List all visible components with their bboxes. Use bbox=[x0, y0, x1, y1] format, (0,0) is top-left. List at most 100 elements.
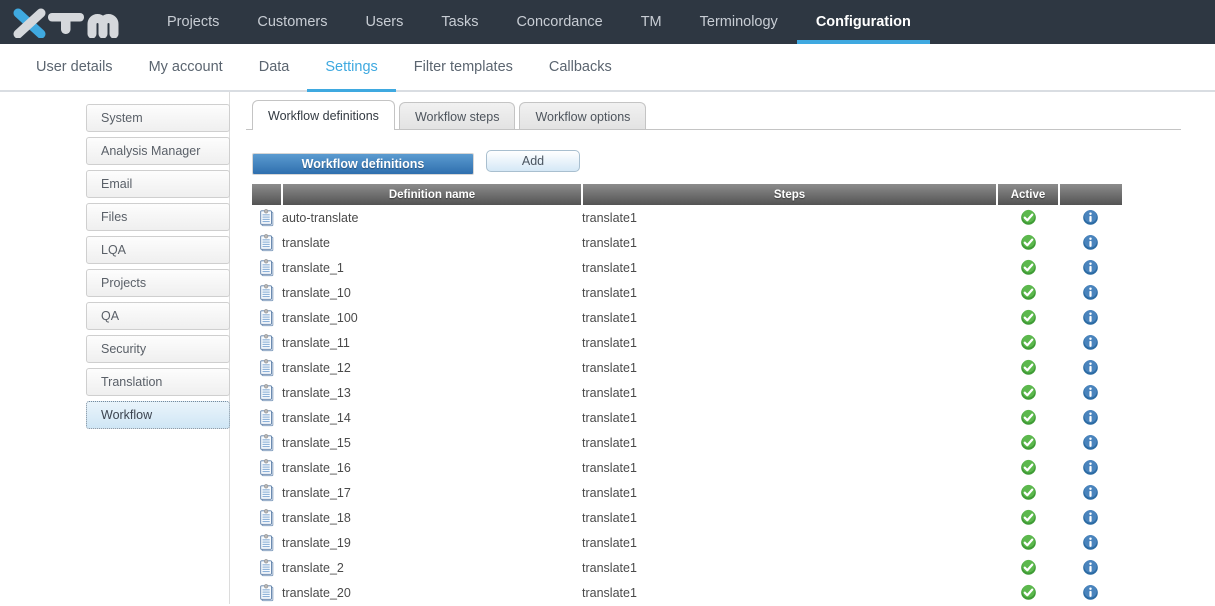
cell-info-action[interactable] bbox=[1059, 580, 1122, 605]
info-circle-icon[interactable] bbox=[1082, 384, 1099, 401]
cell-info-action[interactable] bbox=[1059, 455, 1122, 480]
info-circle-icon[interactable] bbox=[1082, 434, 1099, 451]
cell-info-action[interactable] bbox=[1059, 230, 1122, 255]
cell-definition-name[interactable]: translate_100 bbox=[282, 305, 582, 330]
row-document-icon-cell[interactable] bbox=[252, 330, 282, 355]
sidebar-item-projects[interactable]: Projects bbox=[86, 269, 230, 297]
row-document-icon-cell[interactable] bbox=[252, 280, 282, 305]
cell-info-action[interactable] bbox=[1059, 305, 1122, 330]
cell-info-action[interactable] bbox=[1059, 430, 1122, 455]
subnav-item-filter-templates[interactable]: Filter templates bbox=[396, 44, 531, 90]
sidebar-item-lqa[interactable]: LQA bbox=[86, 236, 230, 264]
topnav-item-tasks[interactable]: Tasks bbox=[422, 0, 497, 44]
row-document-icon-cell[interactable] bbox=[252, 505, 282, 530]
table-row[interactable]: auto-translate translate1 bbox=[252, 205, 1122, 230]
topnav-item-terminology[interactable]: Terminology bbox=[681, 0, 797, 44]
row-document-icon-cell[interactable] bbox=[252, 430, 282, 455]
topnav-item-configuration[interactable]: Configuration bbox=[796, 0, 930, 44]
info-circle-icon[interactable] bbox=[1082, 584, 1099, 601]
table-row[interactable]: translate_17 translate1 bbox=[252, 480, 1122, 505]
tab-workflow-steps[interactable]: Workflow steps bbox=[398, 102, 516, 130]
cell-definition-name[interactable]: translate_17 bbox=[282, 480, 582, 505]
table-row[interactable]: translate_11 translate1 bbox=[252, 330, 1122, 355]
table-row[interactable]: translate_20 translate1 bbox=[252, 580, 1122, 605]
info-circle-icon[interactable] bbox=[1082, 259, 1099, 276]
table-row[interactable]: translate translate1 bbox=[252, 230, 1122, 255]
info-circle-icon[interactable] bbox=[1082, 284, 1099, 301]
table-row[interactable]: translate_2 translate1 bbox=[252, 555, 1122, 580]
sidebar-item-system[interactable]: System bbox=[86, 104, 230, 132]
row-document-icon-cell[interactable] bbox=[252, 205, 282, 230]
xtm-logo[interactable] bbox=[0, 0, 130, 44]
sidebar-item-qa[interactable]: QA bbox=[86, 302, 230, 330]
cell-definition-name[interactable]: translate_10 bbox=[282, 280, 582, 305]
sidebar-item-workflow[interactable]: Workflow bbox=[86, 401, 230, 429]
row-document-icon-cell[interactable] bbox=[252, 355, 282, 380]
sidebar-item-files[interactable]: Files bbox=[86, 203, 230, 231]
info-circle-icon[interactable] bbox=[1082, 534, 1099, 551]
add-button[interactable]: Add bbox=[486, 150, 580, 172]
cell-definition-name[interactable]: translate_18 bbox=[282, 505, 582, 530]
row-document-icon-cell[interactable] bbox=[252, 255, 282, 280]
topnav-item-concordance[interactable]: Concordance bbox=[497, 0, 621, 44]
topnav-item-tm[interactable]: TM bbox=[622, 0, 681, 44]
cell-info-action[interactable] bbox=[1059, 205, 1122, 230]
row-document-icon-cell[interactable] bbox=[252, 455, 282, 480]
subnav-item-settings[interactable]: Settings bbox=[307, 44, 397, 92]
cell-info-action[interactable] bbox=[1059, 355, 1122, 380]
cell-definition-name[interactable]: translate_13 bbox=[282, 380, 582, 405]
tab-workflow-definitions[interactable]: Workflow definitions bbox=[252, 100, 395, 131]
cell-info-action[interactable] bbox=[1059, 505, 1122, 530]
tab-workflow-options[interactable]: Workflow options bbox=[519, 102, 647, 130]
topnav-item-projects[interactable]: Projects bbox=[148, 0, 238, 44]
info-circle-icon[interactable] bbox=[1082, 409, 1099, 426]
row-document-icon-cell[interactable] bbox=[252, 580, 282, 605]
cell-definition-name[interactable]: translate_1 bbox=[282, 255, 582, 280]
subnav-item-callbacks[interactable]: Callbacks bbox=[531, 44, 630, 90]
cell-definition-name[interactable]: translate_14 bbox=[282, 405, 582, 430]
subnav-item-my-account[interactable]: My account bbox=[131, 44, 241, 90]
table-row[interactable]: translate_1 translate1 bbox=[252, 255, 1122, 280]
row-document-icon-cell[interactable] bbox=[252, 555, 282, 580]
cell-info-action[interactable] bbox=[1059, 255, 1122, 280]
column-header-icon[interactable] bbox=[252, 184, 283, 205]
row-document-icon-cell[interactable] bbox=[252, 230, 282, 255]
column-header-info[interactable] bbox=[1059, 184, 1122, 205]
cell-definition-name[interactable]: translate_2 bbox=[282, 555, 582, 580]
cell-info-action[interactable] bbox=[1059, 530, 1122, 555]
column-header-steps[interactable]: Steps bbox=[582, 184, 998, 205]
table-row[interactable]: translate_100 translate1 bbox=[252, 305, 1122, 330]
sidebar-item-security[interactable]: Security bbox=[86, 335, 230, 363]
cell-definition-name[interactable]: translate bbox=[282, 230, 582, 255]
cell-info-action[interactable] bbox=[1059, 280, 1122, 305]
info-circle-icon[interactable] bbox=[1082, 559, 1099, 576]
table-row[interactable]: translate_12 translate1 bbox=[252, 355, 1122, 380]
column-header-active[interactable]: Active bbox=[997, 184, 1060, 205]
table-row[interactable]: translate_15 translate1 bbox=[252, 430, 1122, 455]
cell-info-action[interactable] bbox=[1059, 405, 1122, 430]
info-circle-icon[interactable] bbox=[1082, 309, 1099, 326]
subnav-item-user-details[interactable]: User details bbox=[18, 44, 131, 90]
cell-definition-name[interactable]: translate_20 bbox=[282, 580, 582, 605]
subnav-item-data[interactable]: Data bbox=[241, 44, 308, 90]
row-document-icon-cell[interactable] bbox=[252, 305, 282, 330]
cell-info-action[interactable] bbox=[1059, 330, 1122, 355]
cell-info-action[interactable] bbox=[1059, 480, 1122, 505]
info-circle-icon[interactable] bbox=[1082, 209, 1099, 226]
cell-info-action[interactable] bbox=[1059, 555, 1122, 580]
table-row[interactable]: translate_16 translate1 bbox=[252, 455, 1122, 480]
topnav-item-users[interactable]: Users bbox=[347, 0, 423, 44]
sidebar-item-analysis-manager[interactable]: Analysis Manager bbox=[86, 137, 230, 165]
row-document-icon-cell[interactable] bbox=[252, 530, 282, 555]
row-document-icon-cell[interactable] bbox=[252, 480, 282, 505]
cell-definition-name[interactable]: auto-translate bbox=[282, 205, 582, 230]
info-circle-icon[interactable] bbox=[1082, 359, 1099, 376]
table-row[interactable]: translate_19 translate1 bbox=[252, 530, 1122, 555]
cell-definition-name[interactable]: translate_12 bbox=[282, 355, 582, 380]
info-circle-icon[interactable] bbox=[1082, 484, 1099, 501]
topnav-item-customers[interactable]: Customers bbox=[238, 0, 346, 44]
info-circle-icon[interactable] bbox=[1082, 459, 1099, 476]
table-row[interactable]: translate_18 translate1 bbox=[252, 505, 1122, 530]
cell-definition-name[interactable]: translate_15 bbox=[282, 430, 582, 455]
cell-definition-name[interactable]: translate_19 bbox=[282, 530, 582, 555]
